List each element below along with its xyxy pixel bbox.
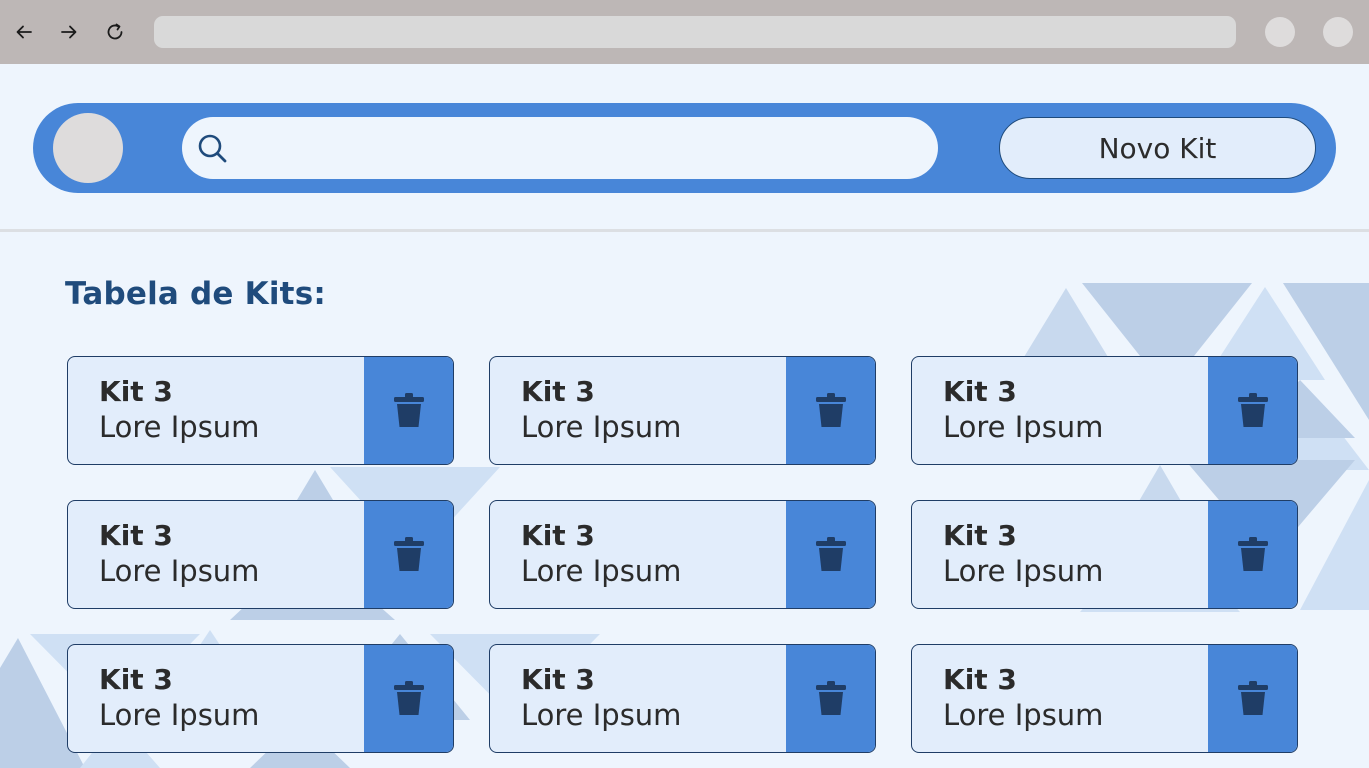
delete-kit-button[interactable] <box>1208 357 1297 464</box>
kit-name: Kit 3 <box>521 663 595 696</box>
back-button[interactable] <box>11 18 37 46</box>
kit-description: Lore Ipsum <box>99 698 260 732</box>
trash-icon <box>393 392 424 427</box>
reload-button[interactable] <box>102 18 128 46</box>
kit-description: Lore Ipsum <box>943 554 1104 588</box>
header-divider <box>0 229 1369 232</box>
kit-card[interactable]: Kit 3 Lore Ipsum <box>911 356 1298 465</box>
trash-icon <box>393 680 424 715</box>
kit-name: Kit 3 <box>99 663 173 696</box>
top-bar: Novo Kit <box>33 103 1336 193</box>
kit-name: Kit 3 <box>99 519 173 552</box>
kit-description: Lore Ipsum <box>943 410 1104 444</box>
kit-description: Lore Ipsum <box>521 410 682 444</box>
arrow-left-icon <box>16 25 32 39</box>
trash-icon <box>1237 392 1268 427</box>
kit-description: Lore Ipsum <box>943 698 1104 732</box>
delete-kit-button[interactable] <box>364 357 453 464</box>
delete-kit-button[interactable] <box>364 645 453 752</box>
trash-icon <box>815 392 846 427</box>
delete-kit-button[interactable] <box>1208 501 1297 608</box>
kit-description: Lore Ipsum <box>99 554 260 588</box>
kit-card[interactable]: Kit 3 Lore Ipsum <box>911 500 1298 609</box>
window-control-button[interactable] <box>1265 17 1295 47</box>
page-title: Tabela de Kits: <box>65 276 326 312</box>
kit-name: Kit 3 <box>943 663 1017 696</box>
kit-card[interactable]: Kit 3 Lore Ipsum <box>67 356 454 465</box>
delete-kit-button[interactable] <box>1208 645 1297 752</box>
kit-description: Lore Ipsum <box>521 554 682 588</box>
kit-card[interactable]: Kit 3 Lore Ipsum <box>489 356 876 465</box>
reload-icon <box>107 23 123 40</box>
delete-kit-button[interactable] <box>786 501 875 608</box>
kit-name: Kit 3 <box>99 375 173 408</box>
trash-icon <box>1237 536 1268 571</box>
search-input[interactable] <box>244 127 914 169</box>
kit-card[interactable]: Kit 3 Lore Ipsum <box>911 644 1298 753</box>
address-bar[interactable] <box>154 16 1236 48</box>
kit-card[interactable]: Kit 3 Lore Ipsum <box>489 500 876 609</box>
kit-description: Lore Ipsum <box>521 698 682 732</box>
kit-card[interactable]: Kit 3 Lore Ipsum <box>489 644 876 753</box>
avatar[interactable] <box>53 113 123 183</box>
browser-chrome <box>0 0 1369 64</box>
window-control-button[interactable] <box>1323 17 1353 47</box>
trash-icon <box>815 536 846 571</box>
kit-card[interactable]: Kit 3 Lore Ipsum <box>67 644 454 753</box>
kit-description: Lore Ipsum <box>99 410 260 444</box>
trash-icon <box>1237 680 1268 715</box>
kit-card[interactable]: Kit 3 Lore Ipsum <box>67 500 454 609</box>
kit-name: Kit 3 <box>521 519 595 552</box>
delete-kit-button[interactable] <box>786 645 875 752</box>
search-icon <box>198 134 227 163</box>
kit-name: Kit 3 <box>943 375 1017 408</box>
trash-icon <box>393 536 424 571</box>
kit-name: Kit 3 <box>943 519 1017 552</box>
search-box[interactable] <box>182 117 938 179</box>
forward-button[interactable] <box>56 18 82 46</box>
delete-kit-button[interactable] <box>786 357 875 464</box>
delete-kit-button[interactable] <box>364 501 453 608</box>
kit-name: Kit 3 <box>521 375 595 408</box>
trash-icon <box>815 680 846 715</box>
arrow-right-icon <box>61 25 77 39</box>
new-kit-button[interactable]: Novo Kit <box>999 117 1316 179</box>
